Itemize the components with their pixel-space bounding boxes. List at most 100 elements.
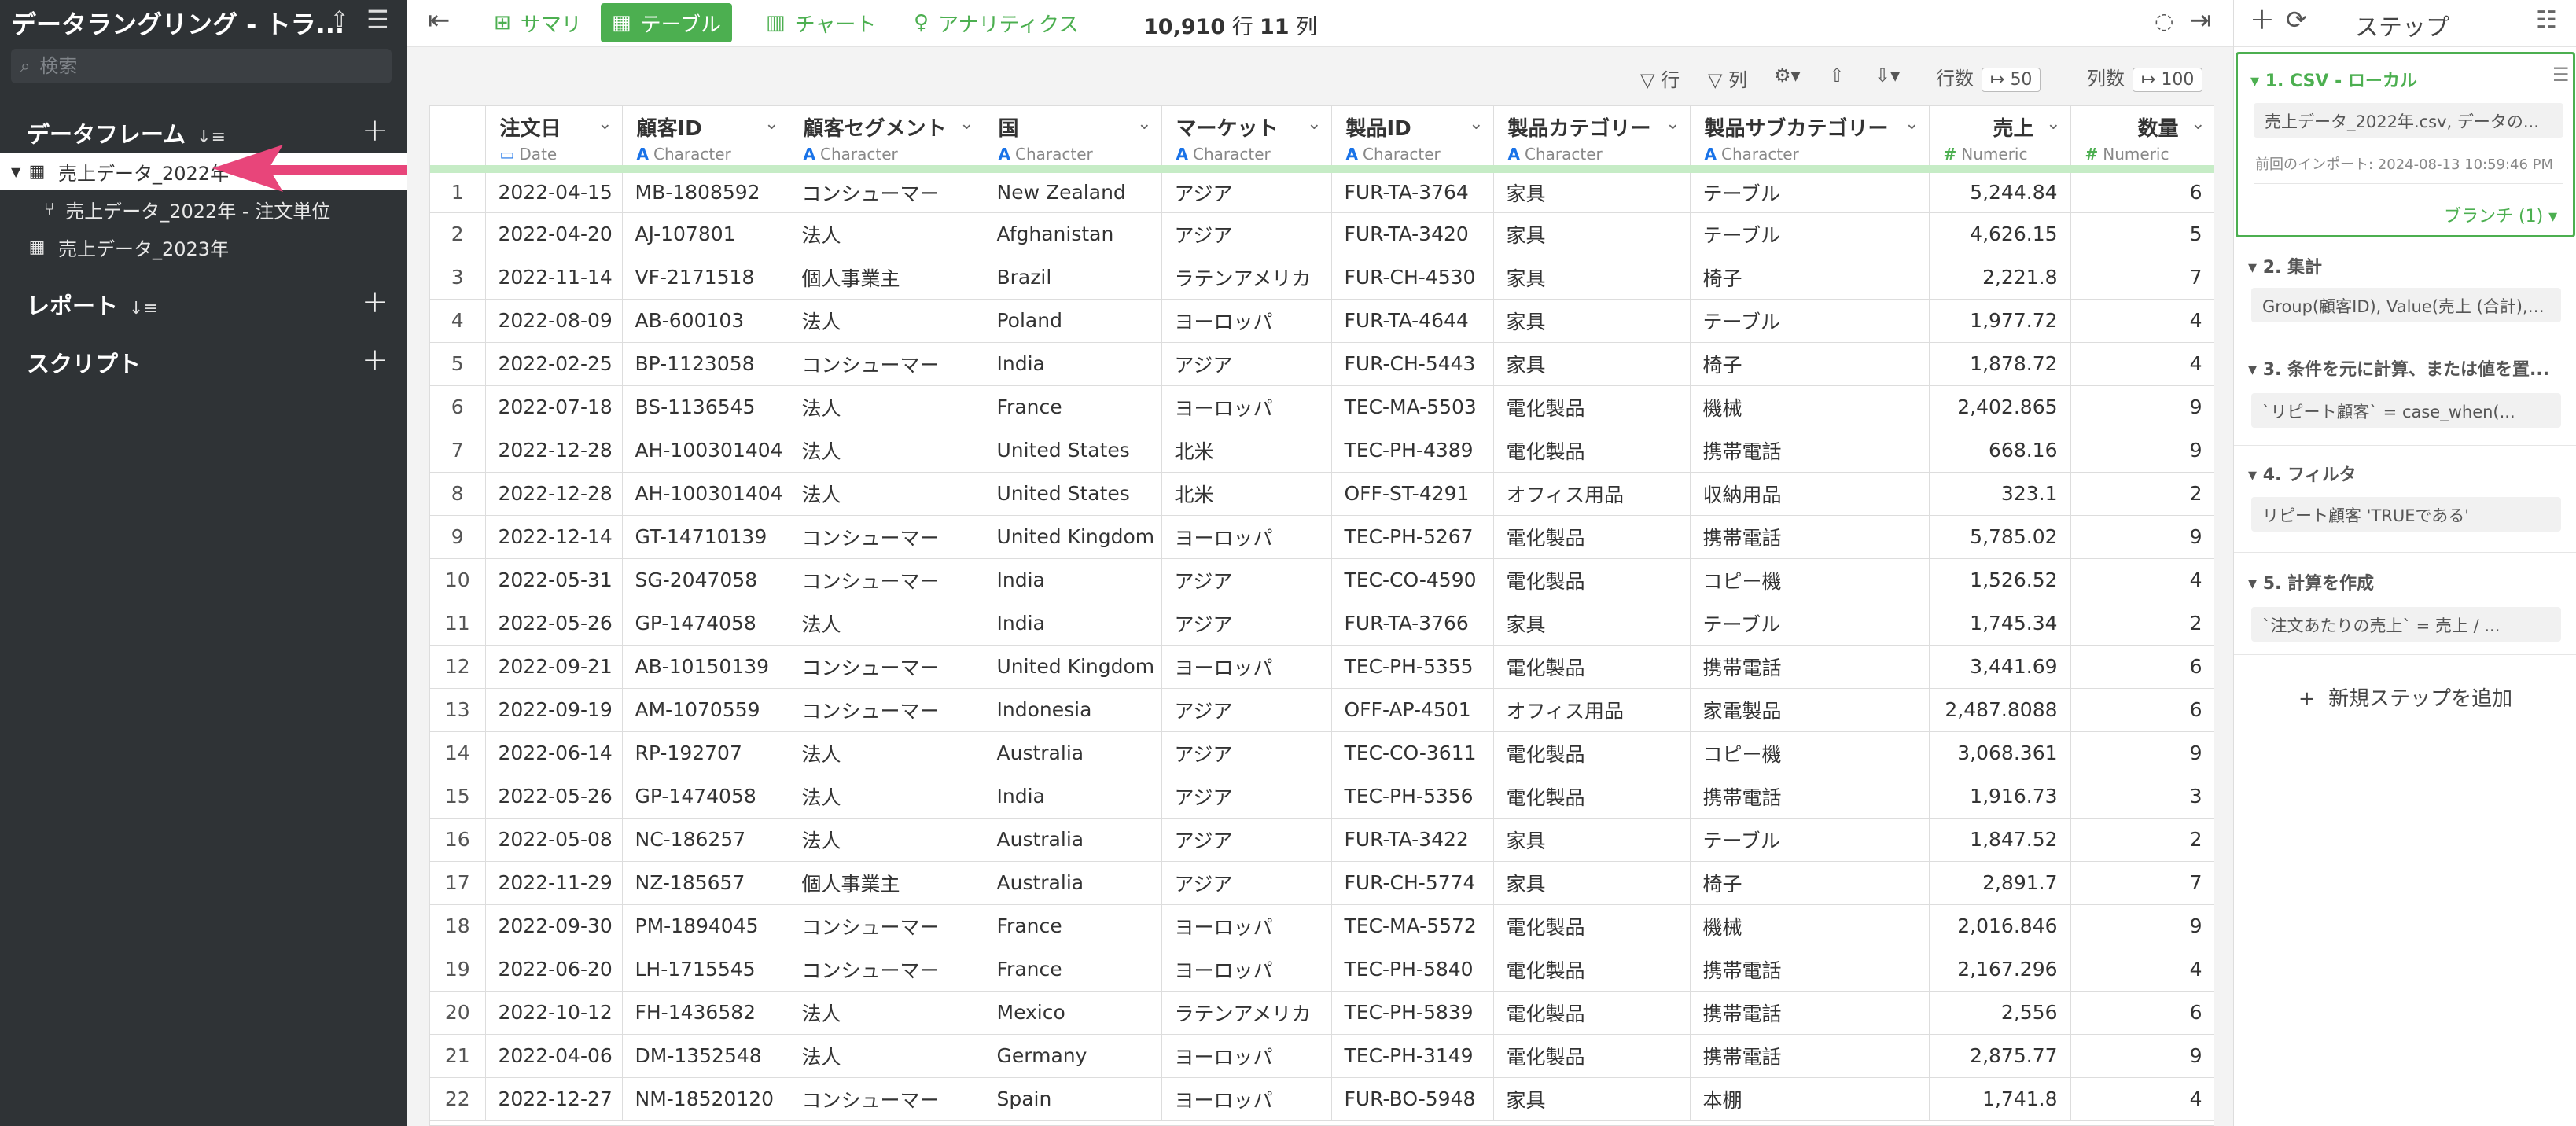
table-row[interactable]: 14 2022-06-14 RP-192707 法人 Australia アジア TEC-C… bbox=[430, 731, 2214, 775]
table-cell[interactable]: France bbox=[984, 904, 1162, 948]
table-cell[interactable]: テーブル bbox=[1690, 169, 1930, 213]
table-cell[interactable]: 9 bbox=[2070, 429, 2214, 473]
table-cell[interactable]: 2022-05-26 bbox=[485, 775, 623, 819]
table-row[interactable]: 4 2022-08-09 AB-600103 法人 Poland ヨーロッパ FUR-TA-… bbox=[430, 299, 2214, 343]
table-cell[interactable]: TEC-PH-4389 bbox=[1331, 429, 1494, 473]
chevron-down-icon[interactable]: ⌄ bbox=[1904, 114, 1919, 134]
table-cell[interactable]: テーブル bbox=[1690, 602, 1930, 646]
table-cell[interactable]: 6 bbox=[2070, 645, 2214, 689]
add-script-icon[interactable]: + bbox=[362, 344, 388, 376]
table-cell[interactable]: DM-1352548 bbox=[622, 1034, 789, 1078]
table-row[interactable]: 7 2022-12-28 AH-100301404 法人 United States 北米… bbox=[430, 429, 2214, 473]
table-cell[interactable]: ヨーロッパ bbox=[1161, 904, 1332, 948]
table-cell[interactable]: コンシューマー bbox=[789, 1077, 984, 1121]
table-cell[interactable]: 668.16 bbox=[1929, 429, 2071, 473]
table-cell[interactable]: United States bbox=[984, 472, 1162, 516]
table-row[interactable]: 6 2022-07-18 BS-1136545 法人 France ヨーロッパ TEC-MA… bbox=[430, 385, 2214, 429]
table-cell[interactable]: 2022-06-20 bbox=[485, 948, 623, 992]
table-cell[interactable]: Spain bbox=[984, 1077, 1162, 1121]
table-cell[interactable]: Australia bbox=[984, 861, 1162, 905]
table-cell[interactable]: 携帯電話 bbox=[1690, 1034, 1930, 1078]
table-cell[interactable]: 電化製品 bbox=[1493, 385, 1691, 429]
table-cell[interactable]: 法人 bbox=[789, 991, 984, 1035]
table-cell[interactable]: テーブル bbox=[1690, 212, 1930, 256]
table-cell[interactable]: 9 bbox=[2070, 385, 2214, 429]
chevron-down-icon[interactable]: ⌄ bbox=[764, 114, 778, 134]
table-cell[interactable]: ヨーロッパ bbox=[1161, 645, 1332, 689]
chevron-down-icon[interactable]: ⌄ bbox=[2191, 114, 2205, 134]
step-summary[interactable]: `注文あたりの売上` = 売上 / ... bbox=[2251, 607, 2561, 642]
table-cell[interactable]: 5,244.84 bbox=[1929, 169, 2071, 213]
table-cell[interactable]: 4 bbox=[2070, 558, 2214, 602]
table-cell[interactable]: コンシューマー bbox=[789, 688, 984, 732]
table-cell[interactable]: オフィス用品 bbox=[1493, 472, 1691, 516]
step-3[interactable]: ▾ 3. 条件を元に計算、または値を置... `リピート顧客` = case_w… bbox=[2236, 346, 2575, 440]
table-cell[interactable]: TEC-PH-5267 bbox=[1331, 515, 1494, 559]
dataframe-item-sales-2022-orders[interactable]: ⑂ 売上データ_2022年 - 注文単位 bbox=[0, 190, 407, 228]
table-cell[interactable]: 3,441.69 bbox=[1929, 645, 2071, 689]
step-5[interactable]: ▾ 5. 計算を作成 `注文あたりの売上` = 売上 / ... bbox=[2236, 560, 2575, 646]
table-cell[interactable]: NZ-185657 bbox=[622, 861, 789, 905]
table-cell[interactable]: FUR-TA-3766 bbox=[1331, 602, 1494, 646]
gear-menu-button[interactable]: ⚙▾ bbox=[1774, 64, 1801, 86]
table-cell[interactable]: コピー機 bbox=[1690, 731, 1930, 775]
table-cell[interactable]: 2,402.865 bbox=[1929, 385, 2071, 429]
table-cell[interactable]: United Kingdom bbox=[984, 515, 1162, 559]
table-cell[interactable]: India bbox=[984, 342, 1162, 386]
table-row[interactable]: 17 2022-11-29 NZ-185657 個人事業主 Australia アジア FU… bbox=[430, 861, 2214, 905]
table-cell[interactable]: 2022-09-30 bbox=[485, 904, 623, 948]
step-title[interactable]: ▾ 1. CSV - ローカル bbox=[2250, 67, 2417, 92]
step-summary[interactable]: 売上データ_2022年.csv, データの... bbox=[2254, 103, 2563, 138]
dataframe-item-sales-2023[interactable]: ▦ 売上データ_2023年 bbox=[0, 228, 407, 266]
table-cell[interactable]: 3 bbox=[2070, 775, 2214, 819]
table-cell[interactable]: ヨーロッパ bbox=[1161, 1034, 1332, 1078]
table-cell[interactable]: 2,875.77 bbox=[1929, 1034, 2071, 1078]
table-cell[interactable]: 法人 bbox=[789, 1034, 984, 1078]
step-4[interactable]: ▾ 4. フィルタ リピート顧客 'TRUEである' bbox=[2236, 454, 2575, 541]
scripts-section-header[interactable]: スクリプト bbox=[27, 346, 141, 379]
table-cell[interactable]: 9 bbox=[2070, 515, 2214, 559]
table-cell[interactable]: 2 bbox=[2070, 602, 2214, 646]
table-cell[interactable]: 4 bbox=[2070, 948, 2214, 992]
search-input[interactable] bbox=[38, 54, 369, 78]
chevron-down-icon[interactable]: ⌄ bbox=[1665, 114, 1680, 134]
table-cell[interactable]: AH-100301404 bbox=[622, 472, 789, 516]
table-cell[interactable]: NM-18520120 bbox=[622, 1077, 789, 1121]
table-row[interactable]: 20 2022-10-12 FH-1436582 法人 Mexico ラテンアメリカ TEC… bbox=[430, 991, 2214, 1035]
comment-icon[interactable]: ◌ bbox=[2155, 8, 2173, 34]
table-cell[interactable]: アジア bbox=[1161, 342, 1332, 386]
table-cell[interactable]: 家具 bbox=[1493, 818, 1691, 862]
table-cell[interactable]: アジア bbox=[1161, 775, 1332, 819]
table-row[interactable]: 18 2022-09-30 PM-1894045 コンシューマー France ヨーロッパ… bbox=[430, 904, 2214, 948]
table-cell[interactable]: コンシューマー bbox=[789, 645, 984, 689]
table-cell[interactable]: コンシューマー bbox=[789, 515, 984, 559]
table-cell[interactable]: United Kingdom bbox=[984, 645, 1162, 689]
step-title[interactable]: ▾ 4. フィルタ bbox=[2248, 461, 2357, 486]
refresh-icon[interactable]: ⟳ bbox=[2286, 5, 2307, 35]
table-cell[interactable]: 1,745.34 bbox=[1929, 602, 2071, 646]
table-cell[interactable]: 4 bbox=[2070, 299, 2214, 343]
tab-analytics[interactable]: ♀ アナリティクス bbox=[903, 3, 1090, 42]
table-cell[interactable]: 電化製品 bbox=[1493, 558, 1691, 602]
step-1[interactable]: ▾ 1. CSV - ローカル ☰ 売上データ_2022年.csv, データの.… bbox=[2236, 52, 2575, 237]
table-cell[interactable]: 2022-05-26 bbox=[485, 602, 623, 646]
table-cell[interactable]: ヨーロッパ bbox=[1161, 299, 1332, 343]
table-cell[interactable]: 北米 bbox=[1161, 472, 1332, 516]
table-cell[interactable]: TEC-PH-3149 bbox=[1331, 1034, 1494, 1078]
download-button[interactable]: ⇩▾ bbox=[1875, 64, 1900, 86]
tab-table[interactable]: ▦ テーブル bbox=[601, 3, 733, 42]
chevron-down-icon[interactable]: ⌄ bbox=[1307, 114, 1321, 134]
table-cell[interactable]: FUR-TA-3420 bbox=[1331, 212, 1494, 256]
table-cell[interactable]: 椅子 bbox=[1690, 256, 1930, 300]
row-filter-button[interactable]: ▽ 行 bbox=[1640, 64, 1680, 92]
table-cell[interactable]: 9 bbox=[2070, 904, 2214, 948]
add-new-step-button[interactable]: + 新規ステップを追加 bbox=[2234, 683, 2576, 712]
step-title[interactable]: ▾ 5. 計算を作成 bbox=[2248, 569, 2374, 594]
table-cell[interactable]: Brazil bbox=[984, 256, 1162, 300]
table-cell[interactable]: 2022-12-27 bbox=[485, 1077, 623, 1121]
table-cell[interactable]: 9 bbox=[2070, 731, 2214, 775]
table-cell[interactable]: 携帯電話 bbox=[1690, 775, 1930, 819]
table-cell[interactable]: France bbox=[984, 385, 1162, 429]
table-cell[interactable]: コンシューマー bbox=[789, 169, 984, 213]
branch-dropdown[interactable]: ブランチ (1) ▾ bbox=[2444, 202, 2557, 227]
